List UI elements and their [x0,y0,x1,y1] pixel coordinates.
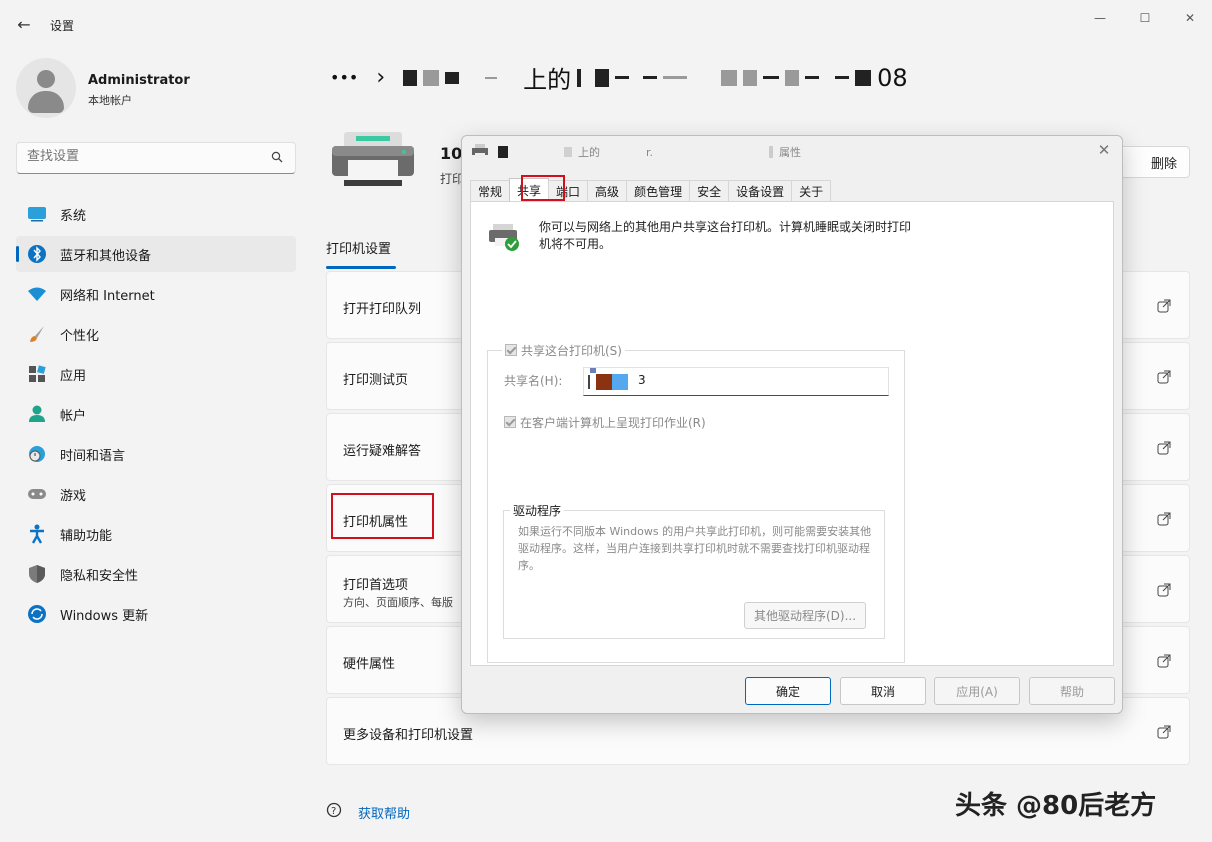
share-name-label: 共享名(H): [504,374,563,388]
external-link-icon [1157,725,1171,739]
clock-globe-icon [26,443,48,465]
gamepad-icon [26,483,48,505]
printer-small-icon [472,144,488,162]
breadcrumb: ••• › 上的 08 [330,60,908,95]
cancel-button[interactable]: 取消 [840,677,926,705]
dialog-close-button[interactable]: ✕ [1094,140,1114,160]
apply-button[interactable]: 应用(A) [934,677,1020,705]
get-help-link[interactable]: 获取帮助 [358,803,410,822]
drivers-group-label: 驱动程序 [510,502,565,519]
tab-printer-settings[interactable]: 打印机设置 [326,238,391,257]
minimize-button[interactable]: — [1078,8,1122,28]
watermark: 头条 @80后老方 [955,791,1157,821]
external-link-icon [1157,441,1171,455]
external-link-icon [1157,583,1171,597]
search-input[interactable] [27,149,257,164]
user-name: Administrator [88,73,190,88]
tab-about[interactable]: 关于 [791,180,832,202]
search-box[interactable] [16,142,296,174]
help-button[interactable]: 帮助 [1029,677,1115,705]
update-icon [26,603,48,625]
drivers-group: 驱动程序 如果运行不同版本 Windows 的用户共享此打印机，则可能需要安装其… [503,502,885,639]
external-link-icon [1157,654,1171,668]
title-bar [0,0,1212,44]
ok-button[interactable]: 确定 [745,677,831,705]
share-checkbox[interactable]: 共享这台打印机(S) [502,342,625,359]
printer-icon [330,130,416,190]
system-icon [26,203,48,225]
shared-printer-icon [487,222,521,252]
highlight-box-printer-properties [331,493,434,539]
maximize-button[interactable]: ☐ [1123,8,1167,28]
avatar[interactable] [16,58,76,118]
sidebar-item-windows-update[interactable]: Windows 更新 [16,596,296,632]
sidebar-item-accessibility[interactable]: 辅助功能 [16,516,296,552]
external-link-icon [1157,370,1171,384]
printer-properties-dialog: 上的 r. 属性 ✕ 常规 共享 端口 高级 颜色管理 安全 设备设置 关于 你… [461,135,1123,714]
account-icon [26,403,48,425]
bluetooth-icon [26,243,48,265]
tab-underline [326,266,396,269]
sidebar-item-system[interactable]: 系统 [16,196,296,232]
svg-text:?: ? [331,806,336,817]
sidebar-item-accounts[interactable]: 帐户 [16,396,296,432]
external-link-icon [1157,299,1171,313]
render-jobs-checkbox[interactable]: 在客户端计算机上呈现打印作业(R) [504,414,706,431]
highlight-box-sharing-tab [521,175,565,201]
shield-icon [26,563,48,585]
back-button[interactable]: ← [10,12,38,36]
sharing-description: 你可以与网络上的其他用户共享这台打印机。计算机睡眠或关闭时打印机将不可用。 [539,220,912,251]
close-button[interactable]: ✕ [1168,8,1212,28]
tab-security[interactable]: 安全 [689,180,730,202]
sidebar-item-bluetooth[interactable]: 蓝牙和其他设备 [16,236,296,272]
sidebar-item-gaming[interactable]: 游戏 [16,476,296,512]
sharing-panel: 你可以与网络上的其他用户共享这台打印机。计算机睡眠或关闭时打印机将不可用。 共享… [470,201,1114,666]
breadcrumb-separator: › [376,65,386,90]
sidebar-item-apps[interactable]: 应用 [16,356,296,392]
help-icon: ? [326,802,344,820]
external-link-icon [1157,512,1171,526]
accessibility-icon [26,523,48,545]
drivers-description: 如果运行不同版本 Windows 的用户共享此打印机，则可能需要安装其他驱动程序… [518,525,872,572]
sidebar-item-privacy[interactable]: 隐私和安全性 [16,556,296,592]
wifi-icon [26,283,48,305]
apps-icon [26,363,48,385]
tab-device-settings[interactable]: 设备设置 [728,180,793,202]
active-indicator [16,246,19,262]
user-account-type: 本地帐户 [88,94,132,107]
breadcrumb-more-button[interactable]: ••• [330,68,358,87]
sidebar-item-time-language[interactable]: 时间和语言 [16,436,296,472]
dialog-title: 上的 r. 属性 [498,144,801,160]
tab-general[interactable]: 常规 [470,180,511,202]
brush-icon [26,323,48,345]
sidebar-item-personalization[interactable]: 个性化 [16,316,296,352]
sidebar-item-network[interactable]: 网络和 Internet [16,276,296,312]
tab-color-management[interactable]: 颜色管理 [626,180,691,202]
app-title: 设置 [50,19,75,33]
additional-drivers-button[interactable]: 其他驱动程序(D)... [744,602,866,629]
tab-advanced[interactable]: 高级 [587,180,628,202]
search-icon[interactable] [271,151,283,166]
share-name-input[interactable]: 3 [583,367,889,396]
page-title: 上的 08 [403,60,908,95]
